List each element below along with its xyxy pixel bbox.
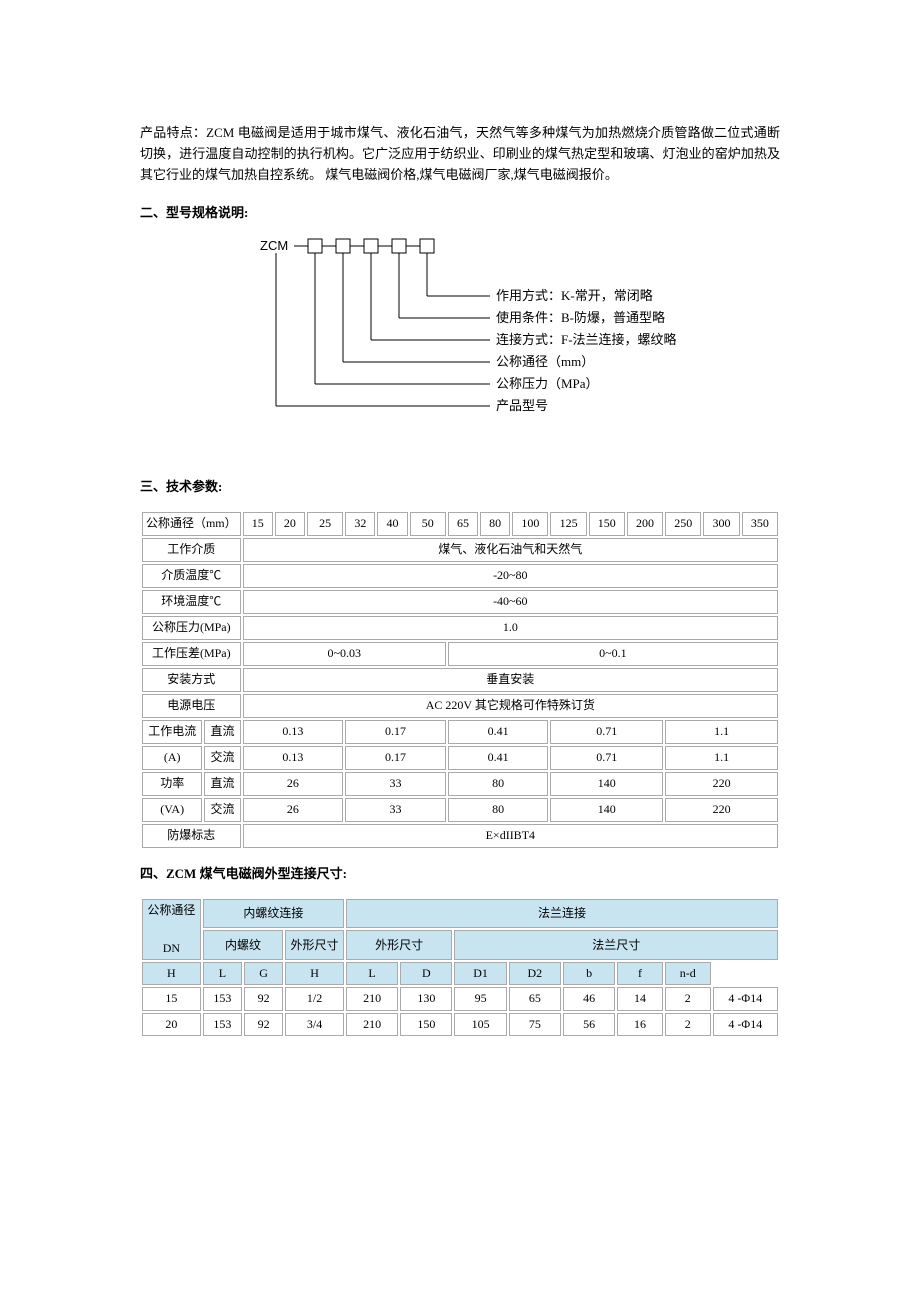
table-row: 15 153 92 1/2 210 130 95 65 46 14 2 4 -Φ… bbox=[142, 987, 778, 1010]
svg-text:使用条件：B-防爆，普通型略: 使用条件：B-防爆，普通型略 bbox=[496, 310, 665, 325]
intro-link-3[interactable]: 煤气电磁阀报价 bbox=[514, 167, 605, 182]
section-2-title: 二、型号规格说明: bbox=[140, 203, 780, 224]
svg-text:产品型号: 产品型号 bbox=[496, 398, 548, 413]
dims-table: 公称通径DN 内螺纹连接 法兰连接 内螺纹 外形尺寸 外形尺寸 法兰尺寸 H L… bbox=[140, 897, 780, 1038]
svg-text:公称通径（mm）: 公称通径（mm） bbox=[496, 354, 594, 369]
intro-link-1[interactable]: 煤气电磁阀价格 bbox=[325, 167, 416, 182]
section-4-title: 四、ZCM 煤气电磁阀外型连接尺寸: bbox=[140, 864, 780, 885]
section-3-title: 三、技术参数: bbox=[140, 477, 780, 498]
svg-text:作用方式：K-常开，常闭略: 作用方式：K-常开，常闭略 bbox=[496, 288, 653, 303]
param-label: 公称通径（mm） bbox=[142, 512, 241, 536]
intro-link-2[interactable]: 煤气电磁阀厂家 bbox=[420, 167, 511, 182]
model-diagram: ZCM 作用方式：K-常开，常闭略 使用条件：B-防爆，普通型略 连接方式：F-… bbox=[260, 236, 780, 463]
table-row: 20 153 92 3/4 210 150 105 75 56 16 2 4 -… bbox=[142, 1013, 778, 1036]
dims-dn-header: 公称通径DN bbox=[142, 899, 201, 961]
diagram-prefix: ZCM bbox=[260, 238, 288, 253]
params-table: 公称通径（mm） 15 20 25 32 40 50 65 80 100 125… bbox=[140, 510, 780, 850]
svg-text:连接方式：F-法兰连接，螺纹略: 连接方式：F-法兰连接，螺纹略 bbox=[496, 332, 677, 347]
svg-text:公称压力（MPa）: 公称压力（MPa） bbox=[496, 376, 599, 391]
intro-paragraph: 产品特点：ZCM 电磁阀是适用于城市煤气、液化石油气，天然气等多种煤气为加热燃烧… bbox=[140, 123, 780, 185]
